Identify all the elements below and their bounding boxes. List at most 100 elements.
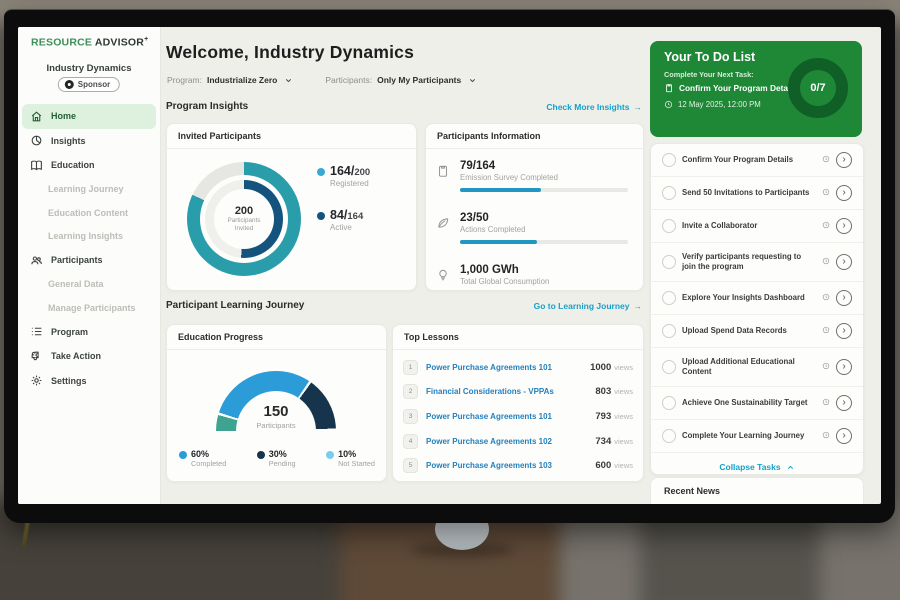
lesson-row: 5 Power Purchase Agreements 103 600 view… [403,453,633,478]
sidebar-item-home[interactable]: Home [22,104,156,129]
task-row: Achieve One Sustainability Target [651,387,863,420]
chevron-down-icon[interactable] [468,76,477,85]
legend-value: 164 [330,164,351,178]
top-lessons-card: Top Lessons 1 Power Purchase Agreements … [392,324,644,482]
invited-donut-chart: 200 Participants Invited [187,162,301,276]
sidebar-item-learning-journey[interactable]: Learning Journey [22,178,156,202]
program-insights-header: Program Insights Check More Insights → [166,101,642,112]
link-label: Go to Learning Journey [534,301,630,311]
task-open-button[interactable] [836,218,852,234]
sidebar-item-label: General Data [48,279,104,289]
legend-total: 200 [354,167,370,178]
task-label: Send 50 Invitations to Participants [682,188,816,198]
card-divider [167,148,416,149]
task-open-button[interactable] [836,254,852,270]
task-label: Verify participants requesting to join t… [682,252,816,272]
go-to-learning-journey-link[interactable]: Go to Learning Journey → [534,301,642,311]
donut-center: 200 Participants Invited [214,189,274,249]
education-icon [30,159,43,172]
check-more-insights-link[interactable]: Check More Insights → [546,102,642,112]
task-open-button[interactable] [836,290,852,306]
sidebar-item-label: Program [51,327,88,337]
task-row: Invite a Collaborator [651,210,863,243]
sidebar-item-take-action[interactable]: Take Action [22,344,156,369]
stat-value: 1,000 GWh [460,264,633,276]
sidebar-item-label: Take Action [51,351,101,361]
task-checkbox[interactable] [662,360,676,374]
logo-text-dark: ADVISOR [95,37,144,49]
lesson-link[interactable]: Power Purchase Agreements 101 [426,412,595,421]
task-checkbox[interactable] [662,153,676,167]
legend-pct: 30% [269,449,296,459]
task-checkbox[interactable] [662,324,676,338]
app-logo: RESOURCE ADVISOR+ [31,36,148,49]
home-icon [30,110,43,123]
gauge-legend: 60% Completed 30% Pending 10% Not Starte… [179,449,375,468]
card-divider [167,349,386,350]
lesson-views: 803 [595,386,611,397]
task-label: Explore Your Insights Dashboard [682,293,816,303]
sidebar-item-settings[interactable]: Settings [22,369,156,394]
lesson-rank: 4 [403,434,418,449]
task-checkbox[interactable] [662,291,676,305]
sidebar-item-education[interactable]: Education [22,153,156,178]
lesson-link[interactable]: Power Purchase Agreements 102 [426,437,595,446]
sponsor-icon [65,80,74,89]
task-open-button[interactable] [836,428,852,444]
settings-gear-icon [30,374,43,387]
task-row: Confirm Your Program Details [651,144,863,177]
link-label: Check More Insights [546,102,629,112]
lesson-row: 2 Financial Considerations - VPPAs 803 v… [403,380,633,405]
task-open-button[interactable] [836,185,852,201]
task-open-button[interactable] [836,395,852,411]
legend-label: Active [330,223,370,232]
lessons-list: 1 Power Purchase Agreements 101 1000 vie… [403,355,633,478]
sidebar-item-manage-participants[interactable]: Manage Participants [22,296,156,320]
sidebar-item-learning-insights[interactable]: Learning Insights [22,225,156,249]
stat-actions-completed: 23/50 Actions Completed [436,212,633,244]
gauge-center-value: 150 [216,403,336,420]
todo-tasks-card: Confirm Your Program Details Send 50 Inv… [650,143,864,475]
filter-bar: Program: Industrialize Zero Participants… [167,75,477,85]
task-open-button[interactable] [836,152,852,168]
lesson-link[interactable]: Financial Considerations - VPPAs [426,387,595,396]
task-row: Verify participants requesting to join t… [651,243,863,282]
progress-fill [460,240,537,244]
legend-dot [326,451,334,459]
card-title: Top Lessons [404,332,459,342]
sidebar-item-label: Settings [51,376,87,386]
task-open-button[interactable] [836,323,852,339]
task-checkbox[interactable] [662,429,676,443]
program-filter-value[interactable]: Industrialize Zero [207,75,277,85]
sponsor-badge[interactable]: Sponsor [58,77,120,92]
chevron-down-icon[interactable] [284,76,293,85]
task-open-button[interactable] [836,359,852,375]
lesson-link[interactable]: Power Purchase Agreements 101 [426,363,590,372]
lightbulb-icon [436,268,450,284]
lesson-link[interactable]: Power Purchase Agreements 103 [426,461,595,470]
stat-label: Total Global Consumption [460,277,633,286]
sidebar-item-program[interactable]: Program [22,320,156,345]
survey-clipboard-icon [436,164,450,180]
progress-fill [460,188,541,192]
sidebar-item-insights[interactable]: Insights [22,129,156,154]
sidebar-item-general-data[interactable]: General Data [22,273,156,297]
lesson-rank: 1 [403,360,418,375]
sidebar-item-label: Home [51,111,76,121]
sidebar-item-participants[interactable]: Participants [22,248,156,273]
gauge-center-label: Participants [216,421,336,430]
task-checkbox[interactable] [662,396,676,410]
task-checkbox[interactable] [662,186,676,200]
sidebar-item-education-content[interactable]: Education Content [22,201,156,225]
views-label: views [614,461,633,470]
participants-filter-value[interactable]: Only My Participants [377,75,461,85]
sidebar-item-label: Learning Insights [48,231,123,241]
lesson-views: 600 [595,460,611,471]
progress-track [460,240,628,244]
task-checkbox[interactable] [662,255,676,269]
legend-dot [179,451,187,459]
todo-due: 12 May 2025, 12:00 PM [664,100,761,109]
task-checkbox[interactable] [662,219,676,233]
sidebar-item-label: Participants [51,255,103,265]
program-filter-label: Program: [167,75,202,85]
